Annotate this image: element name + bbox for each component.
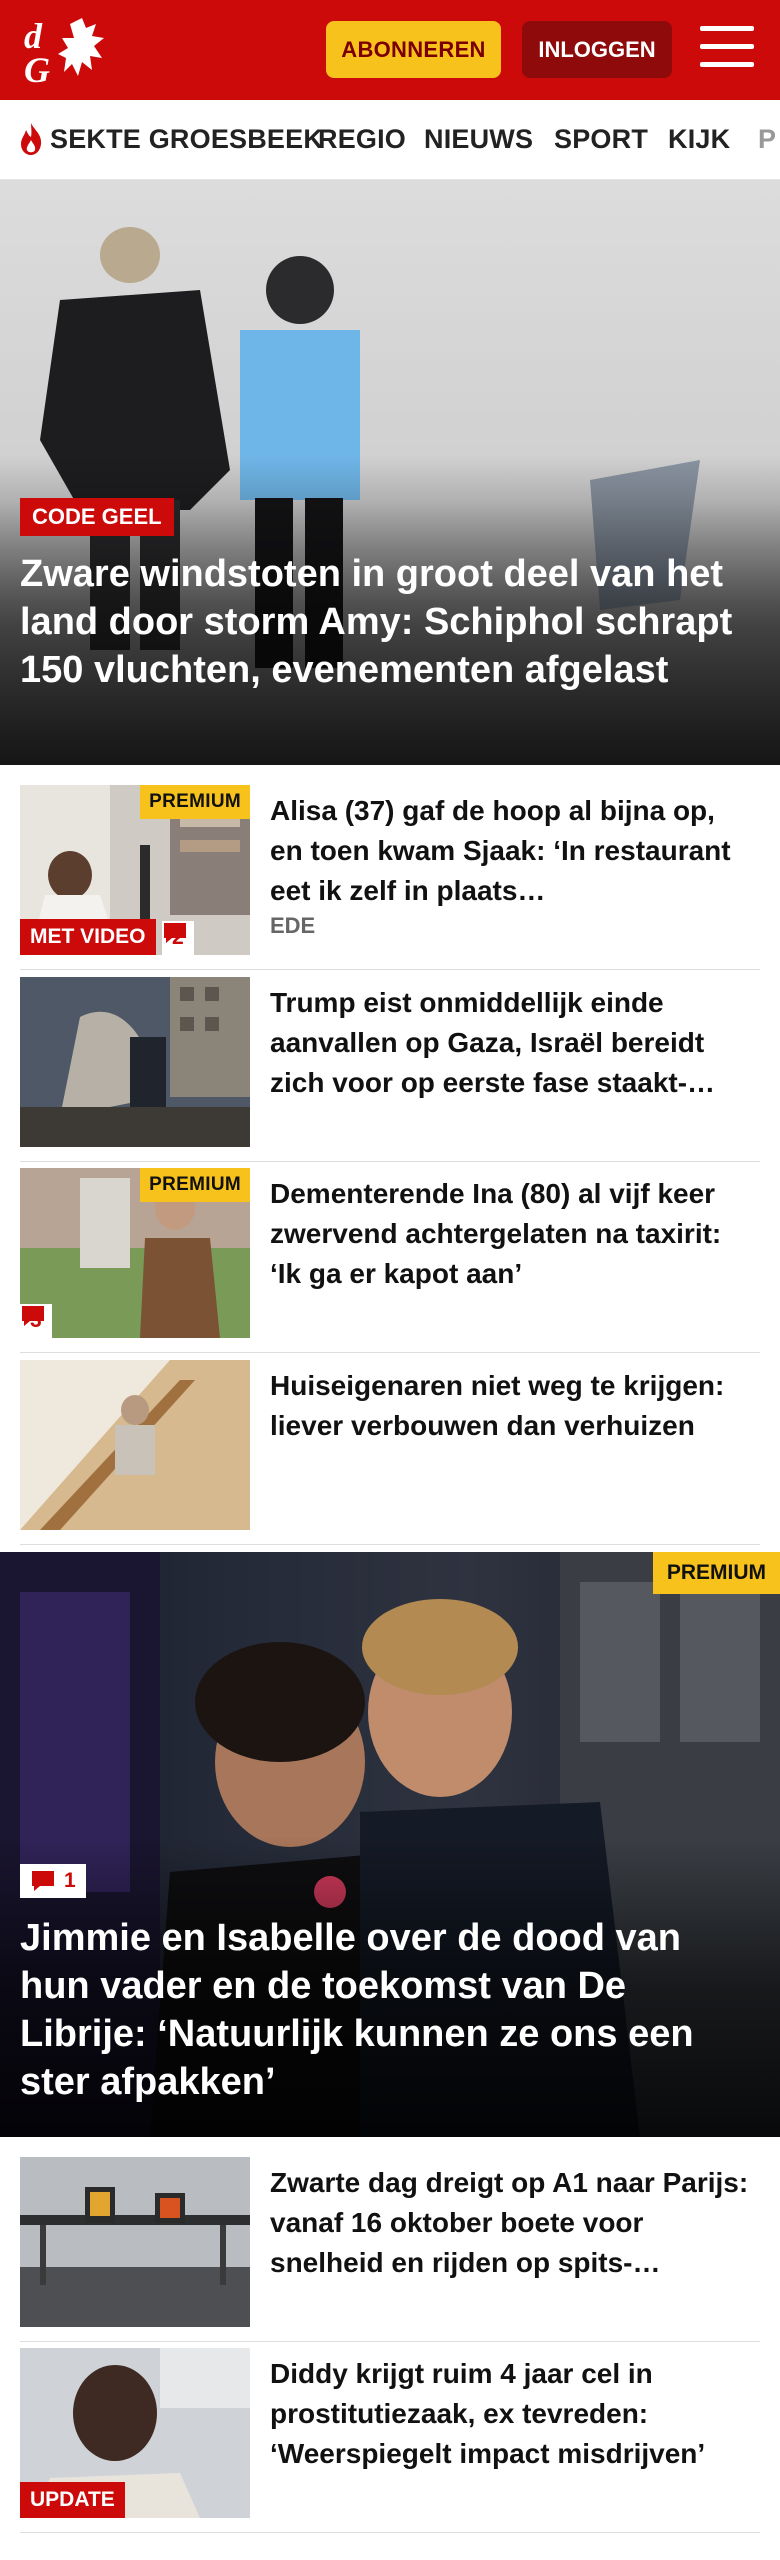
- nav-item-more[interactable]: P: [758, 124, 776, 155]
- nav-item-sekte-groesbeek[interactable]: SEKTE GROESBEEK: [50, 124, 323, 155]
- article-title[interactable]: Alisa (37) gaf de hoop al bijna op, en t…: [270, 791, 750, 911]
- article-title[interactable]: Diddy krijgt ruim 4 jaar cel in prostitu…: [270, 2354, 750, 2474]
- article-title[interactable]: Trump eist onmiddellijk einde aanvallen …: [270, 983, 750, 1103]
- site-header: d G ABONNEREN INLOGGEN: [0, 0, 780, 100]
- comment-icon: [164, 923, 186, 943]
- article-title[interactable]: Dementerende Ina (80) al vijf keer zwerv…: [270, 1174, 750, 1294]
- premium-badge: PREMIUM: [140, 785, 250, 819]
- menu-bar: [700, 62, 754, 67]
- hero-article[interactable]: CODE GEEL Zware windstoten in groot deel…: [0, 180, 780, 765]
- article-thumbnail: [20, 977, 250, 1147]
- article-thumbnail: [20, 1360, 250, 1530]
- section-nav: SEKTE GROESBEEK REGIO NIEUWS SPORT KIJK …: [0, 100, 780, 180]
- nav-item-nieuws[interactable]: NIEUWS: [424, 124, 533, 155]
- feature-article[interactable]: PREMIUM 1 Jimmie en Isabelle over de doo…: [0, 1552, 780, 2137]
- comment-count-badge: 2: [162, 921, 194, 955]
- article-title[interactable]: Huiseigenaren niet weg te krijgen: lieve…: [270, 1366, 750, 1446]
- hero-tag: CODE GEEL: [20, 498, 174, 536]
- hamburger-menu-icon[interactable]: [700, 26, 754, 72]
- premium-badge: PREMIUM: [140, 1168, 250, 1202]
- menu-bar: [700, 26, 754, 31]
- nav-item-kijk[interactable]: KIJK: [668, 124, 730, 155]
- list-item[interactable]: Huiseigenaren niet weg te krijgen: lieve…: [20, 1360, 760, 1545]
- list-item[interactable]: PREMIUM MET VIDEO 2 Alisa (37) gaf de ho…: [20, 785, 760, 970]
- menu-bar: [700, 44, 754, 49]
- comment-count: 1: [64, 1869, 76, 1892]
- article-location: EDE: [270, 913, 316, 938]
- logo-graphic: d G: [24, 16, 104, 90]
- svg-text:G: G: [24, 50, 50, 86]
- list-item[interactable]: Trump eist onmiddellijk einde aanvallen …: [20, 977, 760, 1162]
- list-item[interactable]: Zwarte dag dreigt op A1 naar Parijs: van…: [20, 2157, 760, 2342]
- nav-item-sport[interactable]: SPORT: [554, 124, 648, 155]
- comment-icon: [22, 1306, 44, 1326]
- comment-icon: [32, 1871, 54, 1891]
- article-title[interactable]: Zwarte dag dreigt op A1 naar Parijs: van…: [270, 2163, 750, 2283]
- flame-icon: [21, 123, 42, 155]
- subscribe-button[interactable]: ABONNEREN: [326, 21, 501, 78]
- article-thumbnail: UPDATE: [20, 2348, 250, 2518]
- comment-count-badge: 3: [20, 1304, 52, 1338]
- article-thumbnail: PREMIUM 3: [20, 1168, 250, 1338]
- video-badge: MET VIDEO: [20, 919, 156, 955]
- list-item[interactable]: PREMIUM 3 Dementerende Ina (80) al vijf …: [20, 1168, 760, 1353]
- article-thumbnail: PREMIUM MET VIDEO 2: [20, 785, 250, 955]
- article-thumbnail: [20, 2157, 250, 2327]
- comment-count-badge: 1: [20, 1864, 86, 1898]
- hero-title[interactable]: Zware windstoten in groot deel van het l…: [20, 550, 750, 694]
- login-button[interactable]: INLOGGEN: [522, 21, 672, 78]
- nav-item-regio[interactable]: REGIO: [318, 124, 406, 155]
- update-badge: UPDATE: [20, 2482, 125, 2518]
- premium-badge: PREMIUM: [652, 1552, 780, 1594]
- feature-title[interactable]: Jimmie en Isabelle over de dood van hun …: [20, 1914, 760, 2106]
- list-item[interactable]: UPDATE Diddy krijgt ruim 4 jaar cel in p…: [20, 2348, 760, 2533]
- site-logo[interactable]: d G: [20, 14, 120, 90]
